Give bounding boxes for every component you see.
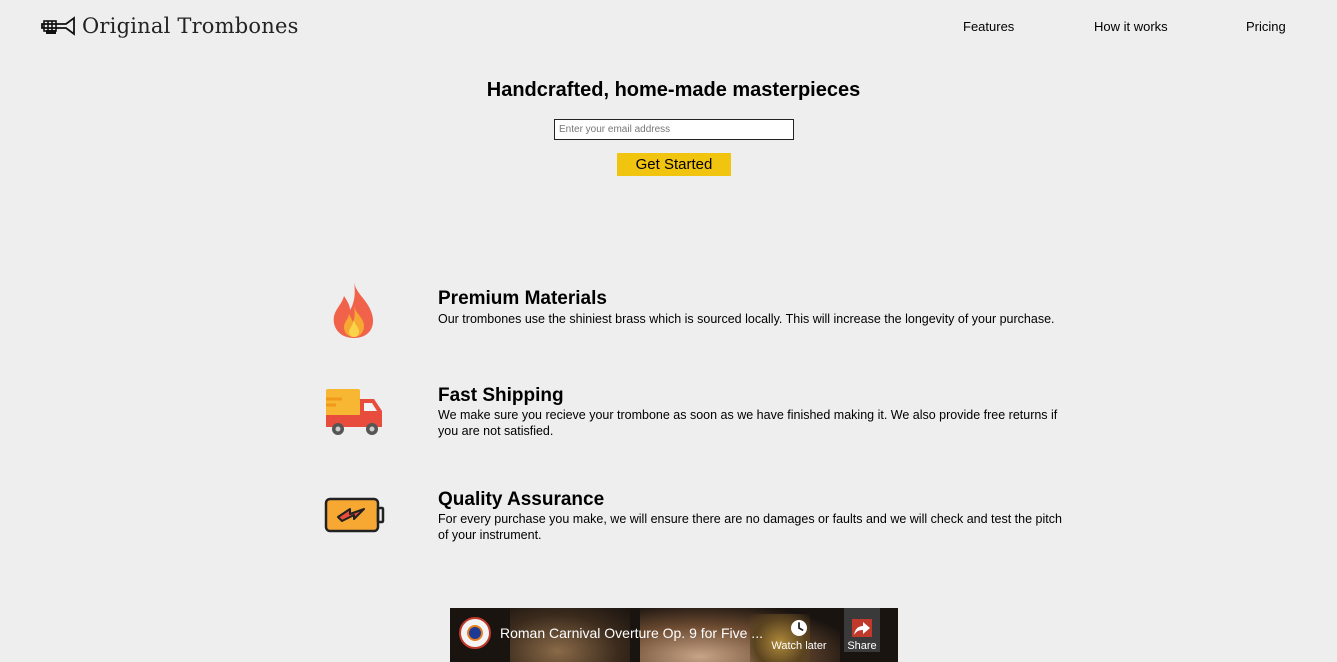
feature-title: Quality Assurance (438, 489, 605, 510)
nav-link-how-it-works[interactable]: How it works (1094, 19, 1168, 34)
clock-icon (791, 620, 807, 636)
watch-later-label: Watch later (771, 640, 827, 652)
main-nav: Features How it works Pricing (0, 19, 1337, 37)
feature-description: We make sure you recieve your trombone a… (438, 408, 1058, 438)
share-button[interactable]: Share (844, 608, 880, 652)
nav-link-features[interactable]: Features (963, 19, 1014, 34)
watch-later-button[interactable]: Watch later (768, 618, 830, 652)
feature-description: Our trombones use the shiniest brass whi… (438, 312, 1055, 326)
share-label: Share (847, 640, 877, 652)
channel-avatar[interactable] (459, 617, 491, 649)
fire-icon (333, 282, 374, 338)
channel-crest-icon (467, 625, 483, 641)
hero-title: Handcrafted, home-made masterpieces (486, 79, 861, 101)
battery-icon (324, 497, 385, 533)
get-started-button[interactable]: Get Started (617, 153, 731, 176)
feature-description: For every purchase you make, we will ens… (438, 512, 1062, 542)
feature-title: Premium Materials (438, 288, 607, 309)
nav-link-pricing[interactable]: Pricing (1246, 19, 1286, 34)
feature-title: Fast Shipping (438, 385, 564, 406)
video-embed[interactable]: Roman Carnival Overture Op. 9 for Five .… (450, 608, 898, 662)
site-header: Original Trombones Features How it works… (0, 0, 1337, 56)
email-input[interactable] (554, 119, 794, 140)
share-icon (852, 619, 872, 637)
truck-icon (326, 389, 382, 435)
video-title[interactable]: Roman Carnival Overture Op. 9 for Five .… (500, 625, 763, 641)
